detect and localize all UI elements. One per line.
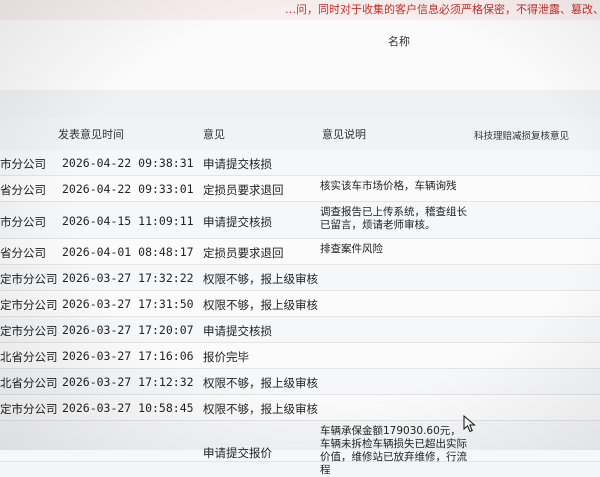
cell-opinion: 权限不够，报上级审核: [203, 402, 318, 416]
name-column-header: 名称: [388, 35, 410, 48]
table-row[interactable]: 申请提交报价 车辆承保金额179030.60元，车辆未拆检车辆损失已超出实际价值…: [0, 421, 600, 476]
cell-org: 北省分公司: [0, 376, 58, 390]
cell-description: 核实该车市场价格，车辆询残: [320, 180, 457, 192]
cell-description: 车辆承保金额179030.60元，车辆未拆检车辆损失已超出实际价值，维修站已放弃…: [320, 425, 467, 476]
cell-time: 2026-04-22 09:38:31: [62, 156, 194, 170]
cell-time: 2026-03-27 17:31:50: [62, 297, 194, 311]
cell-time: 2026-03-27 17:16:06: [62, 349, 194, 363]
cell-org: 省分公司: [0, 246, 46, 260]
table-row[interactable]: 定市分公司 2026-03-27 17:31:50 权限不够，报上级审核: [0, 291, 600, 317]
cell-org: 省分公司: [0, 183, 46, 197]
cell-description: 排查案件风险: [320, 243, 383, 255]
cell-org: 定市分公司: [0, 402, 58, 416]
table-row[interactable]: 市分公司 2026-04-15 11:09:11 申请提交核损 调查报告已上传系…: [0, 202, 600, 239]
header-time: 发表意见时间: [58, 128, 124, 141]
cell-opinion: 权限不够，报上级审核: [203, 272, 318, 286]
section-separator: [0, 90, 600, 119]
cell-time: 2026-03-27 17:32:22: [62, 271, 194, 285]
table-row[interactable]: 定市分公司 2026-03-27 10:58:45 权限不够，报上级审核: [0, 395, 600, 421]
table-row[interactable]: 省分公司 2026-04-22 09:33:01 定损员要求退回 核实该车市场价…: [0, 176, 600, 202]
table-row[interactable]: 定市分公司 2026-03-27 17:32:22 权限不够，报上级审核: [0, 265, 600, 291]
table-row[interactable]: 北省分公司 2026-03-27 17:12:32 权限不够，报上级审核: [0, 369, 600, 395]
cell-opinion: 申请提交核损: [203, 324, 272, 338]
table-header: 发表意见时间 意见 意见说明 科技理赔减损复核意见: [0, 118, 600, 151]
cell-org: 定市分公司: [0, 298, 58, 312]
mouse-pointer-icon: [463, 415, 476, 433]
cell-time: 2026-03-27 10:58:45: [62, 401, 194, 415]
cell-org: 定市分公司: [0, 324, 58, 338]
table-row[interactable]: 北省分公司 2026-03-27 17:16:06 报价完毕: [0, 343, 600, 369]
confidentiality-notice: …问，同时对于收集的客户信息必须严格保密，不得泄露、篡改、出…: [0, 0, 600, 20]
cell-time: 2026-04-01 08:48:17: [62, 245, 194, 259]
opinion-table-body: 市分公司 2026-04-22 09:38:31 申请提交核损 省分公司 202…: [0, 150, 600, 476]
cell-time: 2026-03-27 17:20:07: [62, 323, 194, 337]
header-bar: 名称: [0, 20, 600, 91]
cell-org: 定市分公司: [0, 272, 58, 286]
table-row[interactable]: 定市分公司 2026-03-27 17:20:07 申请提交核损: [0, 317, 600, 343]
cell-org: 市分公司: [0, 215, 46, 229]
cell-opinion: 申请提交核损: [203, 157, 272, 171]
header-opinion: 意见: [203, 128, 225, 141]
cell-opinion: 报价完毕: [203, 350, 249, 364]
cell-opinion: 权限不够，报上级审核: [203, 298, 318, 312]
header-tech-review: 科技理赔减损复核意见: [474, 131, 570, 142]
cell-org: 市分公司: [0, 157, 46, 171]
cell-opinion: 定损员要求退回: [203, 183, 284, 197]
cell-opinion: 申请提交核损: [203, 215, 272, 229]
header-description: 意见说明: [322, 128, 366, 141]
table-row[interactable]: 市分公司 2026-04-22 09:38:31 申请提交核损: [0, 150, 600, 176]
cell-time: 2026-04-15 11:09:11: [62, 214, 194, 228]
cell-description: 调查报告已上传系统，稽查组长已留言，烦请老师审核。: [320, 206, 467, 231]
table-row[interactable]: 省分公司 2026-04-01 08:48:17 定损员要求退回 排查案件风险: [0, 239, 600, 265]
cell-org: 北省分公司: [0, 350, 58, 364]
cell-time: 2026-04-22 09:33:01: [62, 182, 194, 196]
cell-opinion: 定损员要求退回: [203, 246, 284, 260]
cell-time: 2026-03-27 17:12:32: [62, 375, 194, 389]
cell-opinion: 申请提交报价: [203, 446, 272, 460]
cell-opinion: 权限不够，报上级审核: [203, 376, 318, 390]
